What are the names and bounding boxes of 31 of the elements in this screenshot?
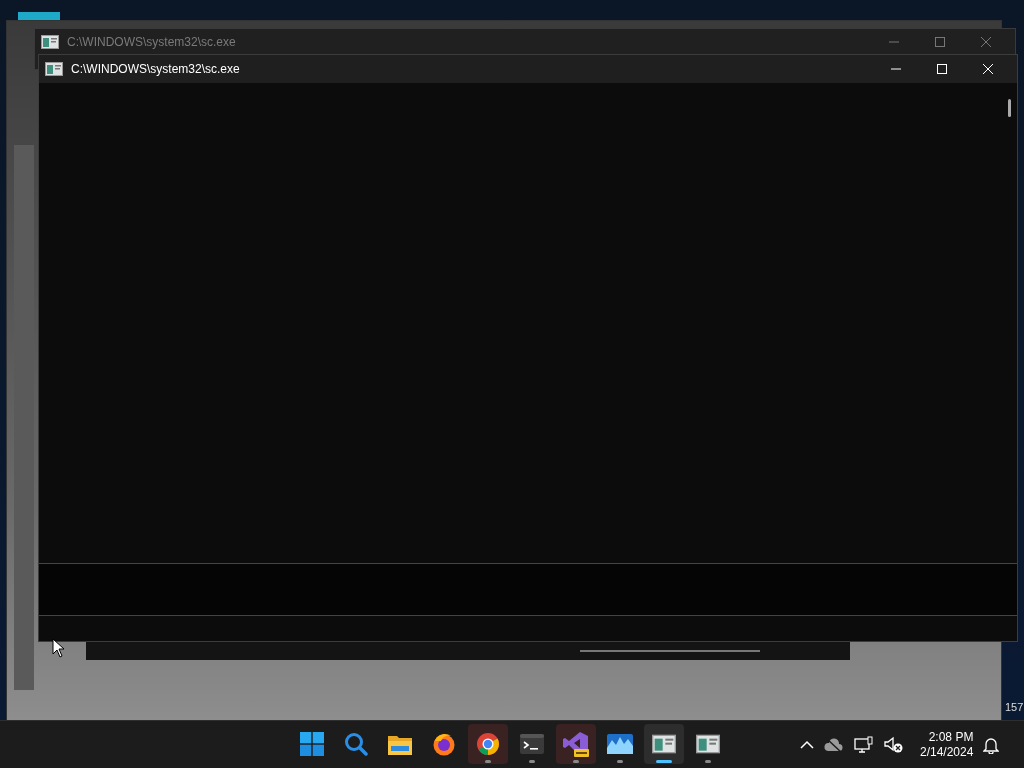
- waveform-chart-icon: [607, 734, 633, 754]
- maximize-icon: [934, 36, 946, 48]
- clock-time[interactable]: 2:08 PM: [928, 729, 974, 745]
- cloud-off-icon[interactable]: [824, 737, 844, 752]
- clock-date[interactable]: 2/14/2024: [920, 744, 974, 760]
- window-title: C:\WINDOWS\system32\sc.exe: [71, 62, 240, 76]
- console-app-icon: [696, 734, 720, 754]
- maximize-icon: [936, 63, 948, 75]
- chevron-up-icon[interactable]: [800, 739, 814, 750]
- search-icon: [344, 732, 368, 756]
- console-window-icon: [45, 62, 63, 76]
- terminal-icon: [520, 734, 544, 754]
- window-title: C:\WINDOWS\system32\sc.exe: [67, 35, 236, 49]
- notification-bell-icon[interactable]: [983, 735, 1000, 754]
- console-app-icon: [652, 734, 676, 754]
- windows-logo-icon: [300, 732, 324, 756]
- edge-text: 157: [1005, 701, 1024, 713]
- taskbar-app-button[interactable]: [468, 724, 508, 764]
- close-icon: [982, 63, 994, 75]
- console-window-icon: [41, 35, 59, 49]
- folder-icon: [388, 733, 412, 755]
- chrome-icon: [476, 732, 500, 756]
- visual-studio-icon: [563, 731, 589, 757]
- taskbar-app-button[interactable]: [556, 724, 596, 764]
- scrollbar-thumb[interactable]: [1008, 99, 1011, 117]
- firefox-icon: [432, 732, 456, 756]
- close-icon: [980, 36, 992, 48]
- network-icon[interactable]: [854, 735, 874, 754]
- speaker-muted-icon[interactable]: [884, 735, 904, 754]
- taskbar-app-button[interactable]: [644, 724, 684, 764]
- scrollbar-thumb[interactable]: [580, 650, 760, 652]
